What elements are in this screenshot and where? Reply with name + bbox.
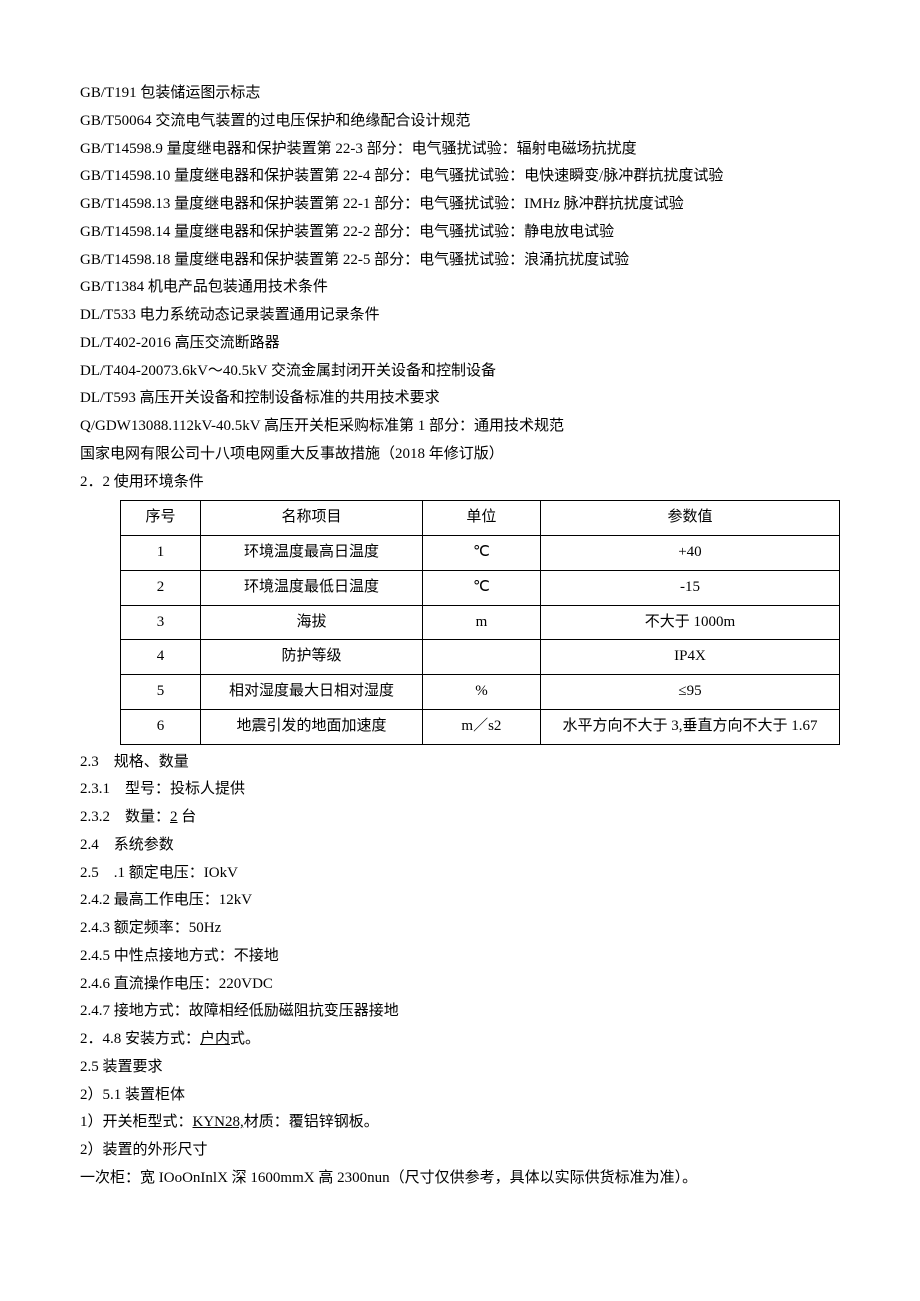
text: 2．4.8 安装方式： bbox=[80, 1031, 200, 1047]
cell-no: 4 bbox=[121, 640, 201, 675]
standard-line: GB/T50064 交流电气装置的过电压保护和绝缘配合设计规范 bbox=[80, 108, 840, 136]
standard-line: GB/T14598.14 量度继电器和保护装置第 22-2 部分：电气骚扰试验：… bbox=[80, 219, 840, 247]
cell-value: +40 bbox=[540, 536, 839, 571]
cell-item: 环境温度最低日温度 bbox=[201, 570, 423, 605]
standard-line: DL/T593 高压开关设备和控制设备标准的共用技术要求 bbox=[80, 385, 840, 413]
cell-unit: % bbox=[422, 675, 540, 710]
cell-unit: m bbox=[422, 605, 540, 640]
cell-no: 5 bbox=[121, 675, 201, 710]
table-header-row: 序号 名称项目 单位 参数值 bbox=[121, 501, 840, 536]
cell-item: 防护等级 bbox=[201, 640, 423, 675]
text: 台 bbox=[178, 809, 197, 825]
header-unit: 单位 bbox=[422, 501, 540, 536]
cell-item: 环境温度最高日温度 bbox=[201, 536, 423, 571]
standard-line: GB/T1384 机电产品包装通用技术条件 bbox=[80, 274, 840, 302]
section-2-5-1: 2.5 .1 额定电压：IOkV bbox=[80, 860, 840, 888]
standard-line: DL/T404-20073.6kV～40.5kV 交流金属封闭开关设备和控制设备 bbox=[80, 358, 840, 386]
table-row: 6 地震引发的地面加速度 m／s2 水平方向不大于 3,垂直方向不大于 1.67 bbox=[121, 709, 840, 744]
standard-line: DL/T402-2016 高压交流断路器 bbox=[80, 330, 840, 358]
standard-line: GB/T191 包装储运图示标志 bbox=[80, 80, 840, 108]
standard-line: GB/T14598.9 量度继电器和保护装置第 22-3 部分：电气骚扰试验：辐… bbox=[80, 136, 840, 164]
cell-item: 相对湿度最大日相对湿度 bbox=[201, 675, 423, 710]
table-row: 5 相对湿度最大日相对湿度 % ≤95 bbox=[121, 675, 840, 710]
standard-line: GB/T14598.18 量度继电器和保护装置第 22-5 部分：电气骚扰试验：… bbox=[80, 247, 840, 275]
section-2-4-5: 2.4.5 中性点接地方式：不接地 bbox=[80, 943, 840, 971]
cell-no: 1 bbox=[121, 536, 201, 571]
header-no: 序号 bbox=[121, 501, 201, 536]
standard-line: Q/GDW13088.112kV-40.5kV 高压开关柜采购标准第 1 部分：… bbox=[80, 413, 840, 441]
section-2-4: 2.4 系统参数 bbox=[80, 832, 840, 860]
section-2-3-2: 2.3.2 数量：2 台 bbox=[80, 804, 840, 832]
standard-line: DL/T533 电力系统动态记录装置通用记录条件 bbox=[80, 302, 840, 330]
section-2-4-7: 2.4.7 接地方式：故障相经低励磁阻抗变压器接地 bbox=[80, 998, 840, 1026]
table-row: 3 海拔 m 不大于 1000m bbox=[121, 605, 840, 640]
standard-line: 国家电网有限公司十八项电网重大反事故措施（2018 年修订版） bbox=[80, 441, 840, 469]
install-mode: 户内 bbox=[200, 1031, 230, 1047]
text: 2.3.2 数量： bbox=[80, 809, 170, 825]
cell-unit: ℃ bbox=[422, 570, 540, 605]
standard-line: GB/T14598.13 量度继电器和保护装置第 22-1 部分：电气骚扰试验：… bbox=[80, 191, 840, 219]
table-row: 2 环境温度最低日温度 ℃ -15 bbox=[121, 570, 840, 605]
dimensions-text: 一次柜：宽 IOoOnInlX 深 1600mmX 高 2300nun（尺寸仅供… bbox=[80, 1165, 840, 1193]
standards-list: GB/T191 包装储运图示标志 GB/T50064 交流电气装置的过电压保护和… bbox=[80, 80, 840, 469]
dimensions-heading: 2）装置的外形尺寸 bbox=[80, 1137, 840, 1165]
cabinet-type-line: 1）开关柜型式：KYN28,材质：覆铝锌钢板。 bbox=[80, 1109, 840, 1137]
section-2-3-1: 2.3.1 型号：投标人提供 bbox=[80, 776, 840, 804]
cell-item: 海拔 bbox=[201, 605, 423, 640]
table-row: 1 环境温度最高日温度 ℃ +40 bbox=[121, 536, 840, 571]
cell-unit: ℃ bbox=[422, 536, 540, 571]
section-2-4-2: 2.4.2 最高工作电压：12kV bbox=[80, 887, 840, 915]
cell-unit bbox=[422, 640, 540, 675]
section-2-4-8: 2．4.8 安装方式：户内式。 bbox=[80, 1026, 840, 1054]
text: 式。 bbox=[230, 1031, 260, 1047]
section-2-5-1-title: 2）5.1 装置柜体 bbox=[80, 1082, 840, 1110]
cell-value: 不大于 1000m bbox=[540, 605, 839, 640]
cell-value: IP4X bbox=[540, 640, 839, 675]
table-row: 4 防护等级 IP4X bbox=[121, 640, 840, 675]
section-2-5: 2.5 装置要求 bbox=[80, 1054, 840, 1082]
section-2-4-6: 2.4.6 直流操作电压：220VDC bbox=[80, 971, 840, 999]
cell-no: 6 bbox=[121, 709, 201, 744]
cell-value: 水平方向不大于 3,垂直方向不大于 1.67 bbox=[540, 709, 839, 744]
quantity-value: 2 bbox=[170, 809, 178, 825]
cell-value: ≤95 bbox=[540, 675, 839, 710]
header-item: 名称项目 bbox=[201, 501, 423, 536]
environment-conditions-table: 序号 名称项目 单位 参数值 1 环境温度最高日温度 ℃ +40 2 环境温度最… bbox=[120, 500, 840, 744]
cell-no: 3 bbox=[121, 605, 201, 640]
text: 1）开关柜型式： bbox=[80, 1114, 193, 1130]
cell-item: 地震引发的地面加速度 bbox=[201, 709, 423, 744]
cabinet-model: KYN28, bbox=[193, 1114, 244, 1130]
section-2-4-3: 2.4.3 额定频率：50Hz bbox=[80, 915, 840, 943]
cell-unit: m／s2 bbox=[422, 709, 540, 744]
section-2-3: 2.3 规格、数量 bbox=[80, 749, 840, 777]
section-2-2-heading: 2．2 使用环境条件 bbox=[80, 469, 840, 497]
standard-line: GB/T14598.10 量度继电器和保护装置第 22-4 部分：电气骚扰试验：… bbox=[80, 163, 840, 191]
text: 材质：覆铝锌钢板。 bbox=[244, 1114, 379, 1130]
cell-no: 2 bbox=[121, 570, 201, 605]
header-value: 参数值 bbox=[540, 501, 839, 536]
cell-value: -15 bbox=[540, 570, 839, 605]
